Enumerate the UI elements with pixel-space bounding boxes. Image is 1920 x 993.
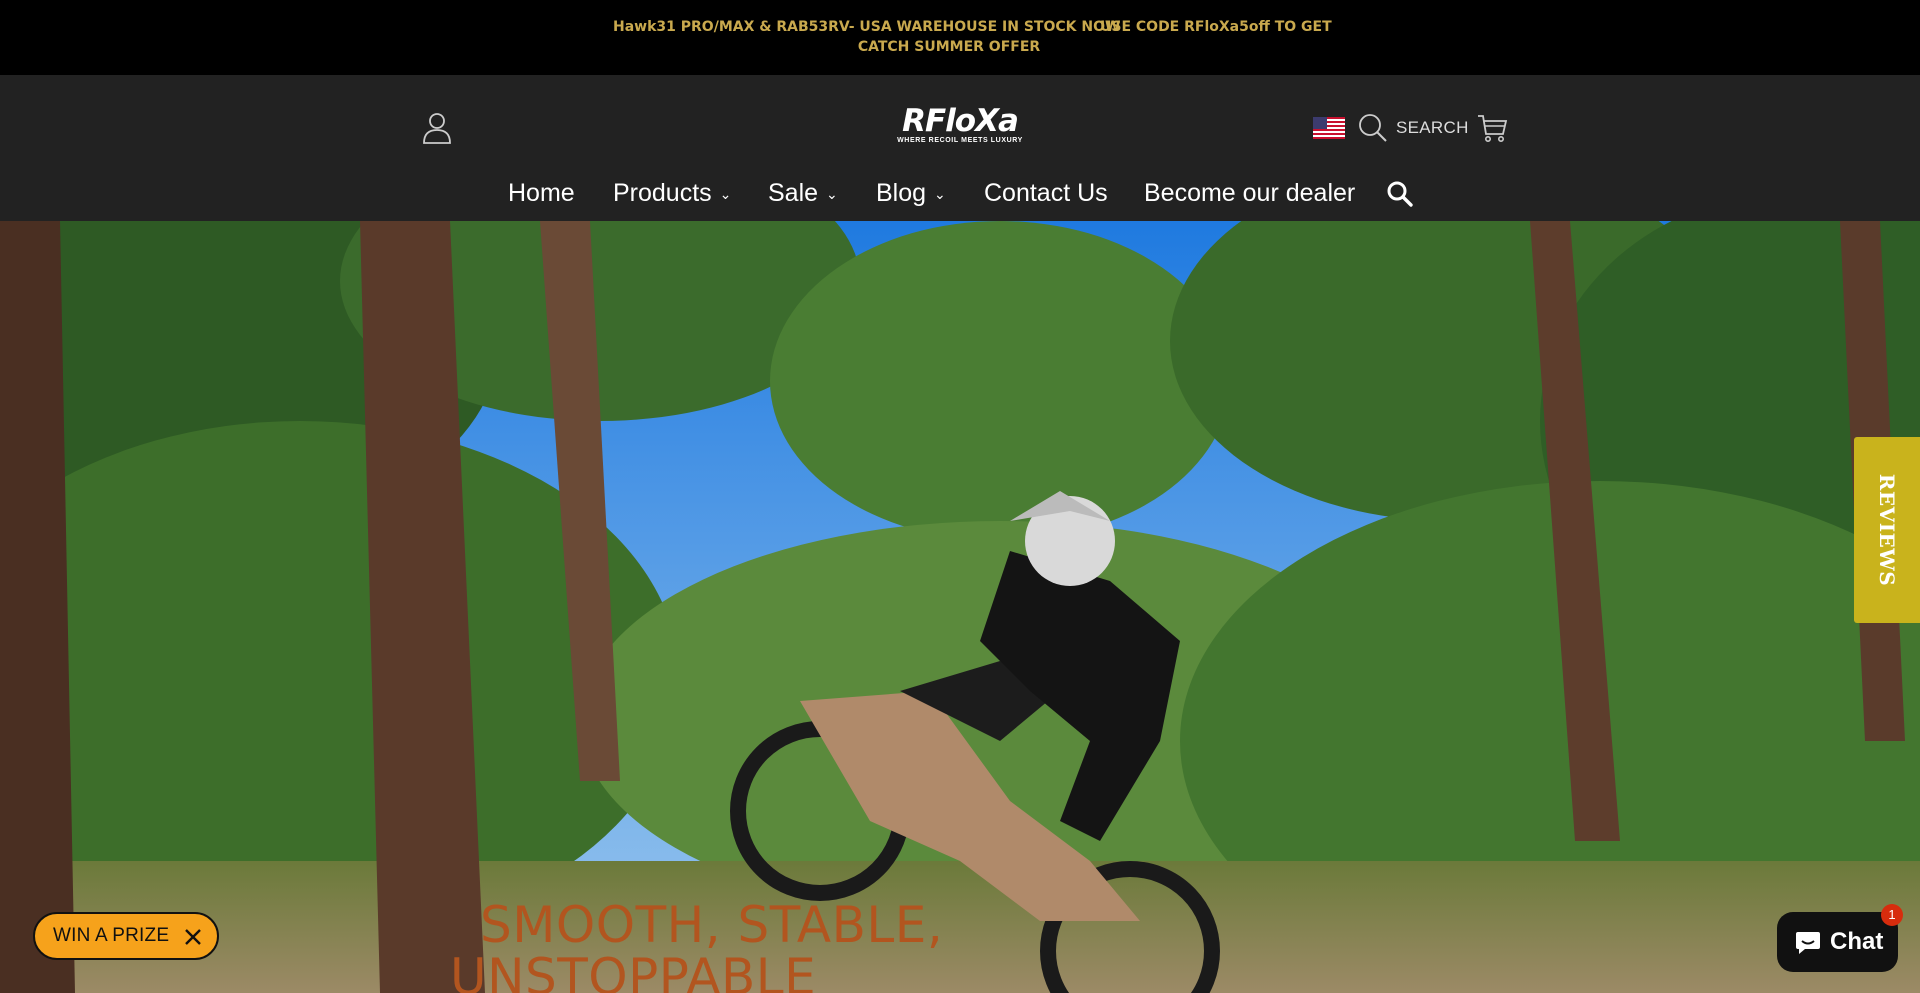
search-label: SEARCH (1396, 118, 1469, 137)
reviews-tab-label: REVIEWS (1875, 473, 1899, 587)
chevron-down-icon: ⌄ (934, 186, 946, 203)
nav-contact[interactable]: Contact Us (984, 175, 1108, 211)
chevron-down-icon: ⌄ (826, 186, 838, 203)
logo[interactable]: RFloXa WHERE RECOIL MEETS LUXURY (880, 105, 1040, 145)
header-search[interactable]: SEARCH (1358, 111, 1469, 145)
nav-blog[interactable]: Blog ⌄ (876, 175, 946, 212)
hero-title-line1: SMOOTH, STABLE, (480, 896, 944, 954)
nav-home-label: Home (508, 179, 575, 207)
main-nav: Home Products ⌄ Sale ⌄ Blog ⌄ Contact Us Be… (0, 175, 1920, 211)
logo-tagline: WHERE RECOIL MEETS LUXURY (897, 137, 1023, 144)
nav-contact-label: Contact Us (984, 179, 1108, 207)
announcement-code[interactable]: USE CODE RFloXa5off TO GET (1100, 19, 1332, 35)
hero-image (0, 221, 1920, 993)
nav-sale-label: Sale (768, 179, 819, 207)
cart-icon[interactable] (1476, 112, 1508, 144)
chat-bubble-icon (1796, 932, 1820, 954)
win-prize-button[interactable]: WIN A PRIZE (33, 912, 219, 960)
announcement-bar: Hawk31 PRO/MAX & RAB53RV- USA WAREHOUSE … (0, 0, 1920, 75)
reviews-tab[interactable]: REVIEWS (1854, 437, 1920, 623)
account-icon[interactable] (420, 111, 454, 145)
hero-title: SMOOTH, STABLE, UNSTOPPABLE (450, 899, 943, 993)
chat-button[interactable]: Chat (1777, 912, 1898, 972)
nav-dealer[interactable]: Become our dealer (1144, 175, 1355, 211)
search-icon (1359, 114, 1387, 142)
chat-badge: 1 (1881, 904, 1903, 926)
us-flag-icon[interactable] (1313, 117, 1345, 139)
nav-dealer-label: Become our dealer (1144, 179, 1356, 207)
hero-title-line2: UNSTOPPABLE (450, 948, 817, 993)
nav-products-label: Products (613, 179, 712, 207)
announcement-offer[interactable]: CATCH SUMMER OFFER (0, 39, 1898, 55)
hero-banner: SMOOTH, STABLE, UNSTOPPABLE (0, 221, 1920, 993)
nav-products[interactable]: Products ⌄ (613, 175, 731, 212)
win-prize-label: WIN A PRIZE (53, 925, 170, 946)
logo-text: RFloXa (902, 103, 1019, 139)
nav-home[interactable]: Home (508, 175, 575, 211)
nav-blog-label: Blog (876, 179, 927, 207)
nav-sale[interactable]: Sale ⌄ (768, 175, 838, 212)
announcement-stock[interactable]: Hawk31 PRO/MAX & RAB53RV- USA WAREHOUSE … (613, 19, 1120, 35)
chat-label: Chat (1830, 928, 1884, 955)
search-icon[interactable] (1386, 180, 1414, 208)
close-icon[interactable] (183, 927, 203, 947)
site-header: RFloXa WHERE RECOIL MEETS LUXURY SEARCH … (0, 75, 1920, 221)
chevron-down-icon: ⌄ (719, 186, 732, 203)
